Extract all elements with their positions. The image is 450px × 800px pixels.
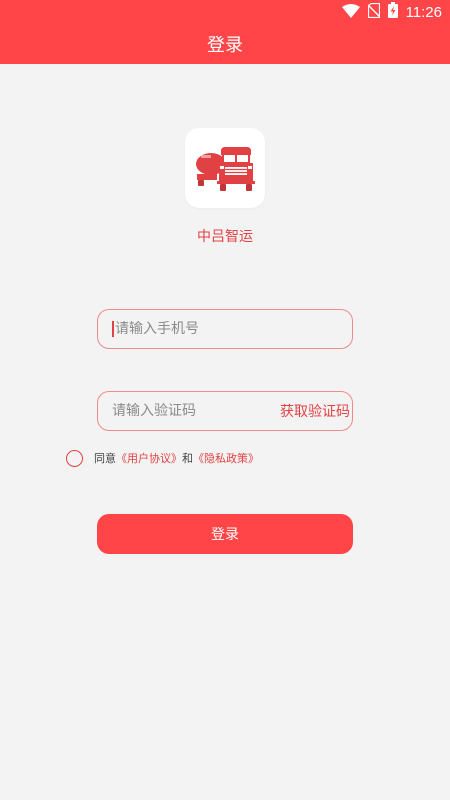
get-code-button[interactable]: 获取验证码 [280,392,350,430]
agreement-checkbox[interactable] [66,449,83,467]
page-title: 登录 [207,35,243,56]
verification-code-input[interactable] [112,403,252,419]
tanker-truck-icon [196,147,255,191]
no-sim-icon [367,2,381,22]
title-bar: 登录 [0,24,450,64]
user-agreement-link[interactable]: 《用户协议》 [116,450,182,466]
text-caret [112,321,114,337]
battery-charging-icon [387,2,398,22]
app-logo [185,128,265,208]
login-button[interactable]: 登录 [97,514,353,554]
status-bar: 11:26 [0,0,450,24]
agreement-prefix: 同意 [94,452,116,465]
clock: 11:26 [405,3,442,21]
app-name: 中吕智运 [197,229,253,245]
privacy-policy-link[interactable]: 《隐私政策》 [193,450,259,466]
wifi-icon [341,3,360,22]
agreement-conjunction: 和 [182,452,193,465]
phone-input[interactable] [115,321,255,337]
code-field[interactable]: 获取验证码 [97,391,353,431]
agreement-row: 同意 《用户协议》 和 《隐私政策》 [66,449,259,467]
phone-field[interactable] [97,309,353,349]
